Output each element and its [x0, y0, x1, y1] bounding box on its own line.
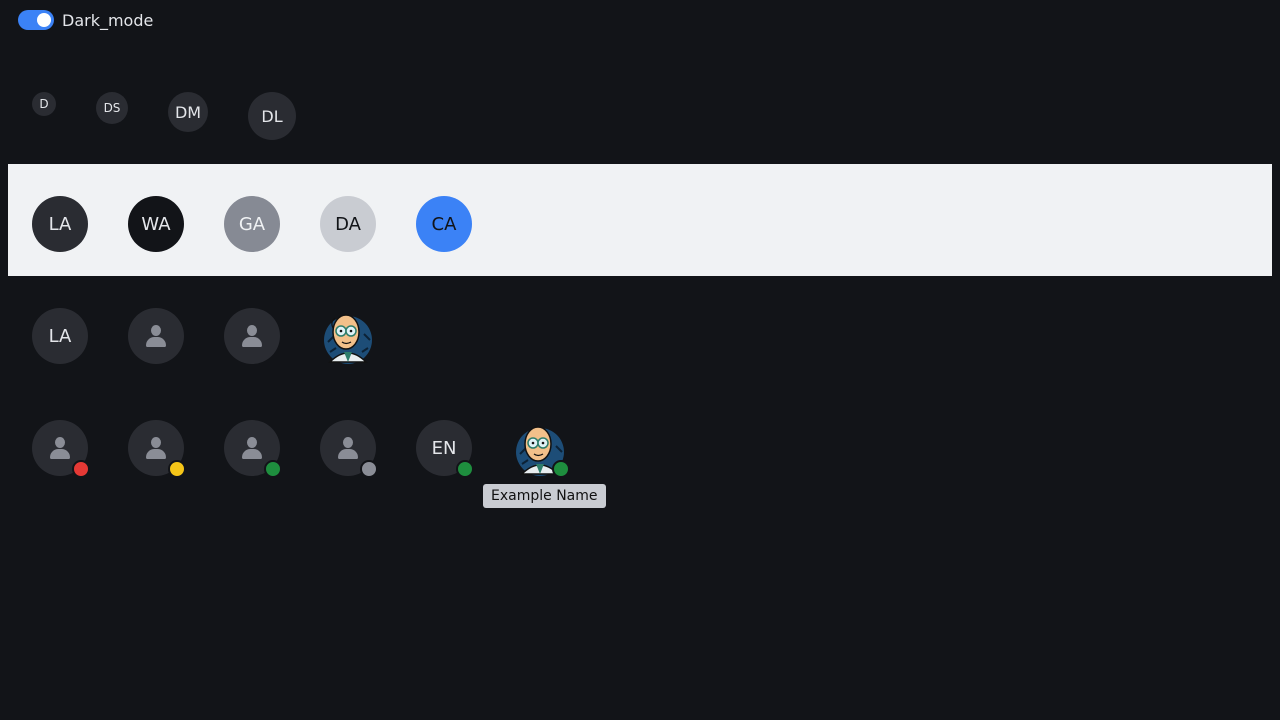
avatar-image[interactable]	[320, 308, 376, 364]
dark-mode-label: Dark_mode	[62, 10, 154, 30]
avatar-color-colored[interactable]: CA	[416, 196, 472, 252]
avatar-initials: DL	[261, 106, 283, 126]
avatar-icon[interactable]	[128, 308, 184, 364]
professor-image	[324, 314, 372, 364]
avatar-initials: DA	[335, 213, 361, 235]
avatar-letters[interactable]: LA	[32, 308, 88, 364]
avatar-color-gray[interactable]: GA	[224, 196, 280, 252]
person-icon	[49, 435, 71, 461]
dark-mode-toggle-row: Dark_mode	[18, 10, 153, 30]
status-indicator-yellow	[168, 460, 186, 478]
avatar-initials: DS	[103, 101, 121, 115]
avatar-icon[interactable]	[224, 308, 280, 364]
status-indicator-gray	[360, 460, 378, 478]
avatar-status-image[interactable]	[512, 420, 570, 478]
dark-mode-toggle[interactable]	[18, 10, 54, 30]
avatar-initials: D	[39, 97, 49, 111]
tooltip-text: Example Name	[491, 488, 598, 504]
status-indicator-red	[72, 460, 90, 478]
status-indicator-green	[264, 460, 282, 478]
avatar-status-letters[interactable]: EN	[416, 420, 474, 478]
person-icon	[145, 323, 167, 349]
avatar-initials: WA	[141, 213, 171, 235]
avatar-color-white[interactable]: WA	[128, 196, 184, 252]
light-background-band	[8, 164, 1272, 276]
person-icon	[241, 323, 263, 349]
avatar-status-busy[interactable]	[32, 420, 90, 478]
avatar-initials: EN	[431, 437, 457, 459]
avatar-initials: CA	[431, 213, 457, 235]
avatar-status-online[interactable]	[224, 420, 282, 478]
person-icon	[145, 435, 167, 461]
avatar-initials: LA	[48, 325, 72, 347]
avatar-color-light[interactable]: LA	[32, 196, 88, 252]
avatar-color-dark[interactable]: DA	[320, 196, 376, 252]
avatar-size-xs[interactable]: D	[32, 92, 56, 116]
avatar-initials: LA	[48, 213, 72, 235]
avatar-size-lg[interactable]: DL	[248, 92, 296, 140]
status-indicator-green	[456, 460, 474, 478]
avatar-tooltip: Example Name	[483, 484, 606, 508]
avatar-size-sm[interactable]: DS	[96, 92, 128, 124]
status-indicator-green	[552, 460, 570, 478]
avatar-status-away[interactable]	[128, 420, 186, 478]
person-icon	[337, 435, 359, 461]
avatar-size-md[interactable]: DM	[168, 92, 208, 132]
avatar-initials: GA	[238, 213, 266, 235]
toggle-knob	[37, 13, 51, 27]
avatar-initials: DM	[174, 102, 202, 122]
avatar-status-offline[interactable]	[320, 420, 378, 478]
person-icon	[241, 435, 263, 461]
